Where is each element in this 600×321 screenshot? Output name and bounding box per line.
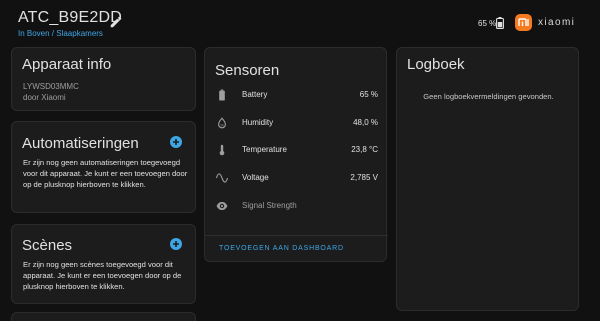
battery-icon	[219, 89, 225, 101]
card-title: Logboek	[407, 56, 465, 73]
sensor-row-battery[interactable]: Battery 65 %	[205, 85, 388, 105]
sensor-row-signal-strength[interactable]: Signal Strength	[205, 196, 388, 216]
brand-name: xiaomi	[538, 17, 576, 28]
eye-icon	[216, 202, 228, 210]
device-info-card: Apparaat info LYWSD03MMC door Xiaomi	[11, 47, 196, 111]
thermometer-icon	[219, 144, 225, 156]
svg-text:%: %	[220, 122, 224, 127]
page-header: ATC_B9E2DD In Boven / Slaapkamers 65 % x…	[0, 0, 600, 46]
water-drop-icon: %	[218, 117, 226, 129]
scripts-card	[11, 312, 196, 321]
battery-status-text: 65 %	[478, 19, 497, 28]
sensor-value: 23,8 °C	[351, 145, 378, 154]
sensor-name: Battery	[242, 90, 268, 99]
battery-icon	[496, 17, 504, 29]
card-title: Sensoren	[215, 62, 280, 79]
card-title: Apparaat info	[22, 56, 112, 73]
plus-icon	[173, 241, 179, 247]
add-automation-button[interactable]	[170, 136, 182, 148]
scenes-description: Er zijn nog geen scènes toegevoegd voor …	[23, 260, 182, 291]
sensor-name: Signal Strength	[242, 201, 297, 210]
sensor-value: 48,0 %	[353, 118, 378, 127]
plus-icon	[173, 139, 179, 145]
pencil-icon[interactable]	[109, 15, 123, 29]
device-manufacturer: door Xiaomi	[23, 93, 66, 102]
sensor-value: 2,785 V	[350, 173, 378, 182]
sensor-row-humidity[interactable]: % Humidity 48,0 %	[205, 113, 388, 133]
sensor-value: 65 %	[359, 90, 378, 99]
card-title: Scènes	[22, 237, 73, 254]
divider	[205, 235, 388, 236]
device-model: LYWSD03MMC	[23, 82, 79, 91]
sensors-card: Sensoren Battery 65 % % Humidity 48,0 % …	[204, 47, 388, 262]
xiaomi-logo	[515, 14, 532, 31]
logbook-empty-text: Geen logboekvermeldingen gevonden.	[423, 92, 554, 101]
card-title: Automatiseringen	[22, 135, 139, 152]
sensor-name: Temperature	[242, 145, 287, 154]
add-scene-button[interactable]	[170, 238, 182, 250]
sine-wave-icon	[216, 173, 228, 183]
automations-card: Automatiseringen Er zijn nog geen automa…	[11, 121, 196, 213]
automations-description: Er zijn nog geen automatiseringen toegev…	[23, 158, 188, 189]
scenes-card: Scènes Er zijn nog geen scènes toegevoeg…	[11, 224, 196, 304]
logbook-card: Logboek Geen logboekvermeldingen gevonde…	[396, 47, 579, 311]
sensor-name: Voltage	[242, 173, 269, 182]
page-title: ATC_B9E2DD	[18, 9, 122, 26]
sensor-row-temperature[interactable]: Temperature 23,8 °C	[205, 140, 388, 160]
add-to-dashboard-link[interactable]: TOEVOEGEN AAN DASHBOARD	[219, 245, 344, 252]
sensor-row-voltage[interactable]: Voltage 2,785 V	[205, 168, 388, 188]
breadcrumb[interactable]: In Boven / Slaapkamers	[18, 29, 103, 38]
sensor-name: Humidity	[242, 118, 274, 127]
